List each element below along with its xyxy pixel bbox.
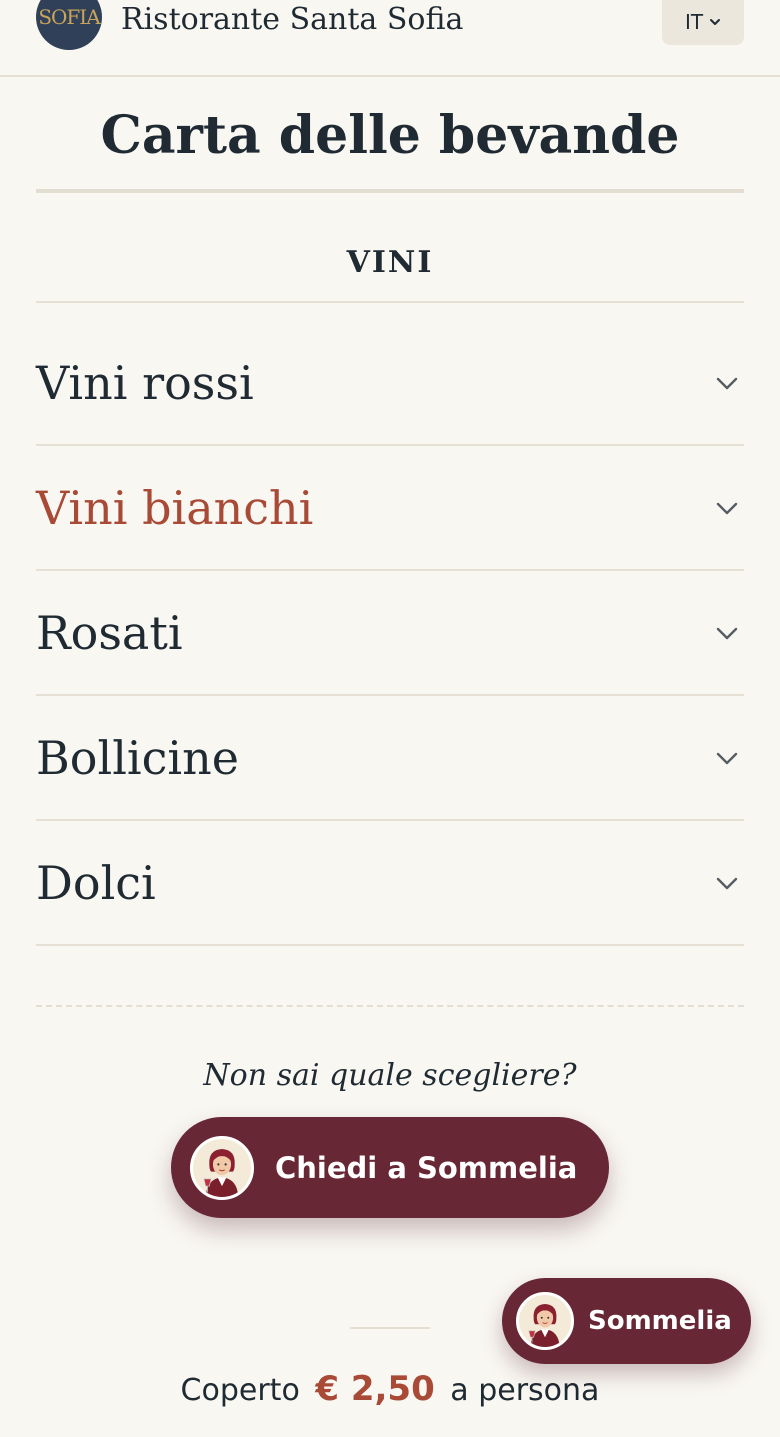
- chevron-down-icon: [710, 18, 721, 25]
- cover-prefix: Coperto: [180, 1373, 300, 1408]
- category-bollicine[interactable]: Bollicine: [36, 696, 744, 821]
- title-divider: [36, 189, 744, 193]
- cover-charge: Coperto € 2,50 a persona: [0, 1366, 780, 1414]
- cover-suffix: a persona: [450, 1373, 600, 1408]
- top-header: SOFIA Ristorante Santa Sofia IT: [0, 0, 780, 77]
- category-label: Vini rossi: [36, 355, 254, 410]
- ask-sommelia-label: Chiedi a Sommelia: [275, 1150, 578, 1185]
- chevron-down-icon: [716, 502, 738, 514]
- sommelier-avatar-icon: [516, 1292, 574, 1350]
- section-heading: VINI: [346, 245, 434, 280]
- category-vini-rossi[interactable]: Vini rossi: [36, 321, 744, 446]
- category-label: Rosati: [36, 605, 183, 660]
- category-dolci[interactable]: Dolci: [36, 821, 744, 946]
- sommelier-prompt: Non sai quale scegliere?: [203, 1058, 577, 1093]
- chevron-down-icon: [716, 752, 738, 764]
- sommelia-fab-label: Sommelia: [588, 1306, 732, 1336]
- sommelia-fab-button[interactable]: Sommelia: [502, 1278, 751, 1364]
- category-label: Vini bianchi: [36, 480, 314, 535]
- category-vini-bianchi[interactable]: Vini bianchi: [36, 446, 744, 571]
- section-divider: [36, 301, 744, 303]
- footer-divider: [350, 1327, 430, 1329]
- category-label: Dolci: [36, 855, 156, 910]
- ask-sommelia-button[interactable]: Chiedi a Sommelia: [171, 1117, 609, 1218]
- cover-price: € 2,50: [315, 1369, 435, 1409]
- page-title: Carta delle bevande: [100, 105, 680, 166]
- chevron-down-icon: [716, 877, 738, 889]
- language-selector[interactable]: IT: [662, 0, 744, 45]
- restaurant-name: Ristorante Santa Sofia: [121, 2, 464, 37]
- category-label: Bollicine: [36, 730, 239, 785]
- chevron-down-icon: [716, 377, 738, 389]
- language-code: IT: [684, 9, 704, 34]
- restaurant-logo[interactable]: SOFIA: [36, 0, 102, 50]
- category-rosati[interactable]: Rosati: [36, 571, 744, 696]
- chevron-down-icon: [716, 627, 738, 639]
- dashed-divider: [36, 1005, 744, 1007]
- sommelier-avatar-icon: [190, 1135, 254, 1200]
- category-list: Vini rossi Vini bianchi Rosati Bollicine…: [36, 321, 744, 946]
